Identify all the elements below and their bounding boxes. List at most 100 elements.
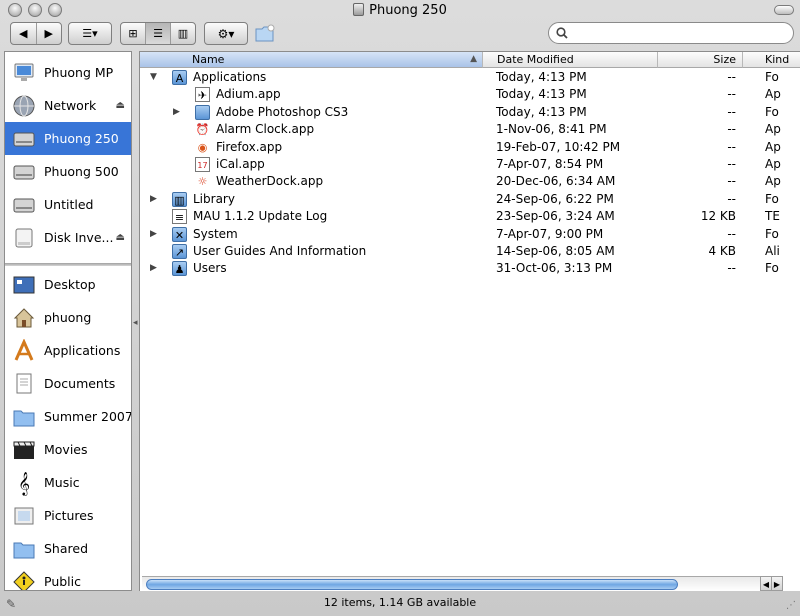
sidebar-item-music[interactable]: 𝄞 Music — [5, 466, 131, 499]
new-folder-button[interactable] — [254, 22, 276, 44]
movies-icon — [11, 437, 37, 463]
alias-folder-icon: ↗ — [172, 244, 187, 259]
sidebar-item-disk-inventory[interactable]: Disk Inve... ⏏ — [5, 221, 131, 254]
sidebar-item-network[interactable]: Network ⏏ — [5, 89, 131, 122]
row-kind: Fo — [765, 226, 779, 241]
table-row[interactable]: 17 iCal.app 7-Apr-07, 8:54 PM -- Ap — [140, 156, 800, 174]
action-menu-button[interactable]: ⚙▾ — [204, 22, 248, 45]
sidebar-item-desktop[interactable]: Desktop — [5, 268, 131, 301]
public-icon — [11, 569, 37, 590]
back-button[interactable]: ◀ — [11, 23, 37, 44]
sidebar-item-documents[interactable]: Documents — [5, 367, 131, 400]
table-row[interactable]: ▶ ♟ Users 31-Oct-06, 3:13 PM -- Fo — [140, 260, 800, 278]
row-date-modified: 14-Sep-06, 8:05 AM — [496, 244, 615, 258]
forward-button[interactable]: ▶ — [37, 23, 62, 44]
list-view-button[interactable]: ☰ — [146, 23, 171, 44]
icon-view-button[interactable]: ⊞ — [121, 23, 146, 44]
search-field[interactable] — [548, 22, 794, 44]
sidebar-item-label: Music — [44, 475, 80, 490]
disclosure-triangle-icon[interactable]: ▶ — [150, 191, 160, 208]
row-kind: Fo — [765, 70, 779, 84]
row-kind: Ap — [765, 122, 781, 137]
sidebar-item-phuong-250[interactable]: Phuong 250 — [5, 122, 131, 155]
arrange-button[interactable]: ☰▾ — [68, 22, 112, 45]
folder-icon — [195, 104, 210, 120]
row-kind: Ap — [765, 87, 781, 102]
sidebar-item-label: Documents — [44, 376, 116, 391]
sidebar-divider — [5, 263, 131, 266]
disclosure-triangle-icon[interactable]: ▶ — [150, 260, 160, 277]
sidebar-item-phuong-mp[interactable]: Phuong MP — [5, 56, 131, 89]
disclosure-triangle-icon[interactable]: ▼ — [150, 69, 160, 86]
sidebar-item-label: Phuong MP — [44, 65, 114, 80]
sidebar-item-public[interactable]: Public — [5, 565, 131, 590]
table-row[interactable]: ✈ Adium.app Today, 4:13 PM -- Ap — [140, 86, 800, 104]
sidebar-item-movies[interactable]: Movies — [5, 433, 131, 466]
table-row[interactable]: ▶ ✕ System 7-Apr-07, 9:00 PM -- Fo — [140, 226, 800, 244]
hard-drive-icon — [11, 159, 37, 185]
users-folder-icon: ♟ — [172, 261, 187, 277]
resize-grip-icon[interactable]: ⋰ — [786, 600, 796, 611]
row-size: -- — [727, 261, 736, 276]
table-row[interactable]: ▶ ▥ Library 24-Sep-06, 6:22 PM -- Fo — [140, 191, 800, 209]
eject-icon[interactable]: ⏏ — [116, 100, 125, 111]
sidebar-item-phuong[interactable]: phuong — [5, 301, 131, 334]
home-icon — [11, 305, 37, 331]
column-header-name-label: Name — [192, 53, 225, 66]
row-size: 12 KB — [700, 209, 736, 224]
table-row[interactable]: ↗ User Guides And Information 14-Sep-06, 8… — [140, 243, 800, 261]
sidebar-item-label: Shared — [44, 541, 89, 556]
table-row[interactable]: ▼ A Applications Today, 4:13 PM -- Fo — [140, 69, 800, 87]
sidebar-item-label: Untitled — [44, 197, 94, 212]
sidebar-resize-handle[interactable]: ◂ — [133, 318, 138, 328]
window-title-text: Phuong 250 — [369, 3, 447, 18]
applications-icon — [11, 338, 37, 364]
toolbar-toggle-button[interactable] — [774, 5, 794, 15]
column-header-date-modified[interactable]: Date Modified — [483, 52, 658, 68]
sidebar-item-untitled[interactable]: Untitled — [5, 188, 131, 221]
row-date-modified: 19-Feb-07, 10:42 PM — [496, 139, 621, 154]
row-name: Users — [193, 261, 227, 276]
sidebar-item-applications[interactable]: Applications — [5, 334, 131, 367]
scroll-thumb[interactable] — [146, 579, 678, 590]
row-size: -- — [727, 87, 736, 102]
window-title: Phuong 250 — [0, 3, 800, 18]
scroll-right-button[interactable]: ▶ — [771, 576, 783, 591]
sidebar-item-label: Summer 2007 — [44, 409, 131, 424]
system-folder-icon: ✕ — [172, 226, 187, 242]
column-view-button[interactable]: ▥ — [171, 23, 195, 44]
sidebar-item-label: Disk Inve... — [44, 230, 114, 245]
eject-icon[interactable]: ⏏ — [116, 232, 125, 243]
disclosure-triangle-icon[interactable]: ▶ — [173, 104, 183, 121]
table-row[interactable]: ⏰ Alarm Clock.app 1-Nov-06, 8:41 PM -- Ap — [140, 121, 800, 139]
disclosure-triangle-icon[interactable]: ▶ — [150, 226, 160, 243]
column-header-name[interactable]: Name ▲ — [140, 52, 483, 68]
sidebar-item-shared[interactable]: Shared — [5, 532, 131, 565]
folder-icon — [11, 536, 37, 562]
row-date-modified: 24-Sep-06, 6:22 PM — [496, 191, 614, 206]
table-row[interactable]: ▶ Adobe Photoshop CS3 Today, 4:13 PM -- Fo — [140, 104, 800, 122]
sidebar-item-label: Network — [44, 98, 97, 113]
sidebar-item-pictures[interactable]: Pictures — [5, 499, 131, 532]
row-name: Applications — [193, 70, 267, 84]
row-kind: Fo — [765, 104, 779, 119]
search-input[interactable] — [571, 25, 785, 43]
volume-icon — [353, 3, 365, 16]
row-date-modified: Today, 4:13 PM — [496, 104, 587, 119]
row-size: -- — [727, 104, 736, 119]
back-forward-buttons: ◀ ▶ — [10, 22, 62, 45]
column-header-kind[interactable]: Kind — [743, 52, 800, 68]
table-row[interactable]: ◉ Firefox.app 19-Feb-07, 10:42 PM -- Ap — [140, 139, 800, 157]
title-bar[interactable]: Phuong 250 — [0, 0, 800, 22]
row-date-modified: 7-Apr-07, 8:54 PM — [496, 157, 604, 171]
sidebar-item-phuong-500[interactable]: Phuong 500 — [5, 155, 131, 188]
column-header-size[interactable]: Size — [658, 52, 743, 68]
row-kind: Fo — [765, 261, 779, 276]
row-date-modified: 7-Apr-07, 9:00 PM — [496, 226, 604, 241]
row-name: iCal.app — [216, 157, 265, 171]
horizontal-scrollbar[interactable] — [142, 576, 778, 591]
sidebar-item-summer-2007[interactable]: Summer 2007 — [5, 400, 131, 433]
row-date-modified: Today, 4:13 PM — [496, 87, 587, 102]
table-row[interactable]: ≡ MAU 1.1.2 Update Log 23-Sep-06, 3:24 AM 1… — [140, 208, 800, 226]
table-row[interactable]: ☼ WeatherDock.app 20-Dec-06, 6:34 AM -- Ap — [140, 173, 800, 191]
